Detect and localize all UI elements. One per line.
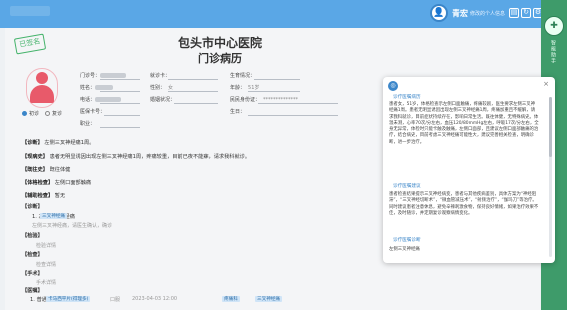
birthday-status: 生育情况： bbox=[230, 73, 256, 79]
surgery-label: 【手术】 bbox=[22, 271, 43, 277]
assistant-icon[interactable]: ✚ bbox=[544, 16, 564, 36]
user-name[interactable]: 青宏 bbox=[452, 8, 468, 19]
lab-label: 【检验】 bbox=[22, 233, 43, 239]
diagnosis-hint: 左侧三叉神经痛，请医生确认，确诊 bbox=[32, 223, 113, 229]
imaging-label: 【检查】 bbox=[22, 252, 43, 258]
advice-tag-dx[interactable]: 三叉神经痛 bbox=[255, 296, 282, 302]
hospital-name: 包头市中心医院 bbox=[177, 36, 262, 50]
patient-avatar-icon bbox=[26, 68, 58, 108]
record-row-past: 【既往史】 既往体健 bbox=[22, 167, 71, 173]
advice-item: 1. 普通 bbox=[30, 297, 47, 303]
occupation: 职业： bbox=[80, 121, 96, 127]
surgery-hint: 手术详情 bbox=[36, 280, 57, 286]
visit-type: 初诊 复诊 bbox=[22, 110, 62, 117]
record-row-complaint: 【诊断】 左侧三叉神经痛1周。 bbox=[22, 140, 95, 146]
diagnosis-tag[interactable]: 三叉神经痛 bbox=[40, 213, 67, 219]
marital-status: 婚姻状况： bbox=[150, 97, 176, 103]
diagnosis-label: 【诊断】 bbox=[22, 204, 43, 210]
patient-name: 姓名： bbox=[80, 84, 114, 91]
top-bar: 👤 青宏 修改的个人信息 ▤ ↻ ⚙ ⏻ bbox=[0, 0, 567, 28]
advice-detail[interactable]: 卡马西平片(得理多) bbox=[46, 296, 91, 302]
gender: 性别：女 bbox=[150, 85, 174, 91]
imaging-hint: 检查详情 bbox=[36, 262, 57, 268]
user-avatar-icon[interactable]: 👤 bbox=[430, 4, 448, 22]
record-row-history: 【现病史】 患者无明显诱因出现左侧三叉神经痛1周，疼痛较重，目前已夜不能寐，请求… bbox=[22, 154, 251, 160]
card-no: 就诊卡： bbox=[150, 73, 171, 79]
logo bbox=[10, 6, 50, 16]
first-visit-radio[interactable]: 初诊 bbox=[22, 110, 39, 117]
clinic-no: 门诊号： bbox=[80, 72, 127, 79]
panel-logo-icon: ◎ bbox=[388, 81, 398, 91]
record-title: 门诊病历 bbox=[198, 52, 242, 65]
id-number: 民民身份证： ************** bbox=[230, 97, 299, 103]
revisit-radio[interactable]: 复诊 bbox=[45, 110, 62, 117]
panel-section-advice-title[interactable]: 诊疗医嘱建议 bbox=[393, 183, 421, 189]
ai-suggestion-panel: ◎ × 诊疗医嘱病历 患者女，51岁，体格检查示左侧口面触痛，疼痛较剧，医生要求… bbox=[383, 77, 555, 263]
advice-tag-dept[interactable]: 疼痛科 bbox=[222, 296, 240, 302]
birth-date: 生日： bbox=[230, 109, 246, 115]
assistant-tab-label: 智能助手 bbox=[550, 40, 556, 64]
user-role[interactable]: 修改的个人信息 bbox=[470, 10, 505, 17]
advice-label: 【医嘱】 bbox=[22, 288, 43, 294]
refresh-icon[interactable]: ↻ bbox=[521, 8, 531, 18]
advice-date: 2023-04-03 12:00 bbox=[132, 296, 178, 302]
phone: 电话： bbox=[80, 96, 122, 103]
panel-section-record-title[interactable]: 诊疗医嘱病历 bbox=[393, 94, 421, 100]
lab-hint: 检验详情 bbox=[36, 243, 57, 249]
advice-prefix: 口服 bbox=[110, 297, 121, 303]
record-row-aux: 【辅助检查】 暂无 bbox=[22, 193, 66, 199]
close-icon[interactable]: × bbox=[543, 80, 549, 88]
panel-section-diagnosis-text: 左侧三叉神经痛 bbox=[389, 247, 420, 252]
panel-section-advice-text: 患者检查结果提示三叉神经病变，患者与其他疾病鉴别，具体方案为“神经阻滞”，“三叉… bbox=[389, 192, 539, 216]
panel-section-diagnosis-title[interactable]: 诊疗医嘱诊断 bbox=[393, 237, 421, 243]
age: 年龄： 51岁 bbox=[230, 85, 260, 91]
template-icon[interactable]: ▤ bbox=[509, 8, 519, 18]
panel-section-record-text: 患者女，51岁，体格检查示左侧口面触痛，疼痛较剧，医生要求左侧三叉神经痛1周。患… bbox=[389, 102, 539, 145]
panel-scrollbar[interactable] bbox=[549, 97, 552, 257]
record-row-exam: 【体格检查】 左侧口面部触痛 bbox=[22, 180, 92, 186]
insurance-no: 医保卡号： bbox=[80, 109, 106, 115]
